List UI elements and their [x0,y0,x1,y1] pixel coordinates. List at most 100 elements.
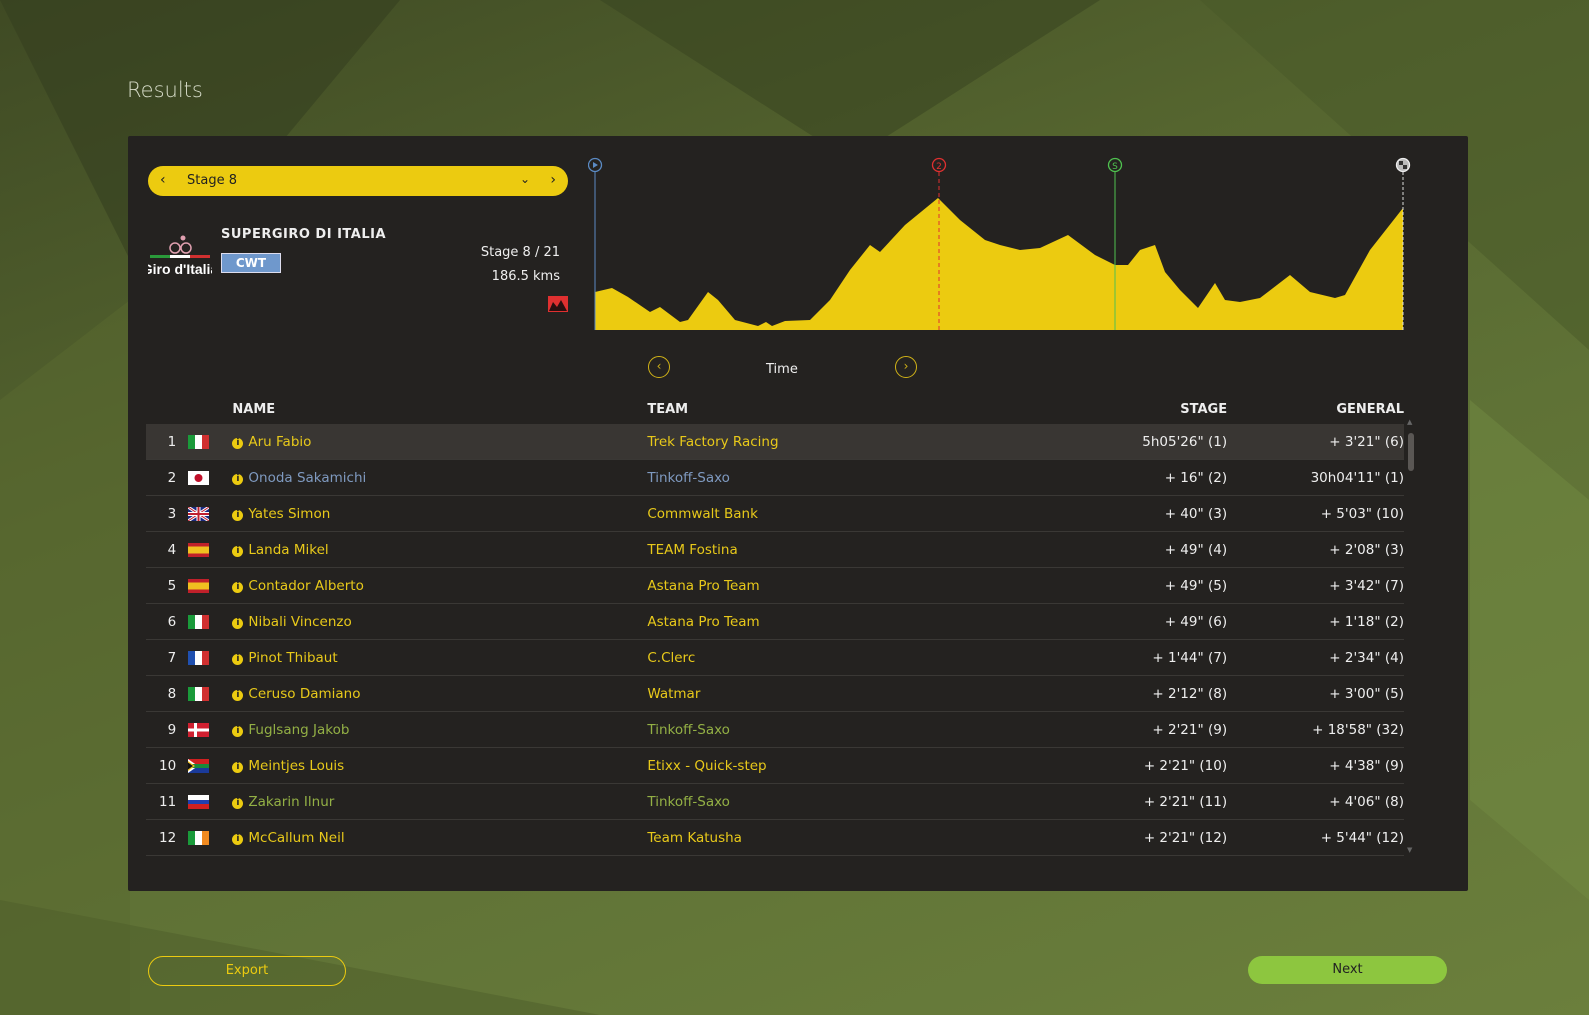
header-stage[interactable]: STAGE [949,394,1227,424]
rider-info-icon[interactable]: i [232,545,244,557]
header-name[interactable]: NAME [232,394,647,424]
flag-fr-icon [188,650,210,665]
svg-text:Giro d'Italia: Giro d'Italia [148,261,212,277]
team-name[interactable]: Watmar [647,675,949,712]
rider-name[interactable]: Nibali Vincenzo [248,614,351,630]
table-header: NAME TEAM STAGE GENERAL [146,394,1404,424]
flag-es-icon [188,578,210,593]
next-classification-button[interactable]: › [895,356,917,378]
table-row[interactable]: 6 i Nibali Vincenzo Astana Pro Team + 49" (6… [146,603,1404,640]
team-name[interactable]: C.Clerc [647,639,949,676]
team-name[interactable]: Astana Pro Team [647,567,949,604]
stage-time: + 40" (3) [948,495,1228,532]
general-time: + 3'21" (6) [1227,424,1404,460]
export-button[interactable]: Export [148,956,346,986]
table-row[interactable]: 11 i Zakarin Ilnur Tinkoff-Saxo + 2'21" (11)… [146,783,1404,820]
rider-position: 8 [146,675,189,712]
rider-info-icon[interactable]: i [232,437,244,449]
rider-info-icon[interactable]: i [232,509,244,521]
rider-info-icon[interactable]: i [232,473,244,485]
flag-it-icon [188,614,210,629]
rider-info-icon[interactable]: i [232,761,244,773]
previous-classification-button[interactable]: ‹ [648,356,670,378]
rider-info-icon[interactable]: i [232,725,244,737]
stage-time: + 16" (2) [948,459,1228,496]
rider-info-icon[interactable]: i [232,653,244,665]
rider-info-icon[interactable]: i [232,689,244,701]
header-general[interactable]: GENERAL [1227,394,1404,424]
next-button[interactable]: Next [1248,956,1447,984]
stage-selector[interactable]: ‹ Stage 8 ⌄ › [148,166,568,196]
rider-name[interactable]: Landa Mikel [248,542,328,558]
table-row[interactable]: 5 i Contador Alberto Astana Pro Team + 49" (… [146,567,1404,604]
table-row[interactable]: 9 i Fuglsang Jakob Tinkoff-Saxo + 2'21" (9) +… [146,711,1404,748]
rider-info-icon[interactable]: i [232,797,244,809]
team-name[interactable]: Team Katusha [647,819,949,856]
rider-name[interactable]: McCallum Neil [248,830,344,846]
rider-name[interactable]: Pinot Thibaut [248,650,337,666]
flag-dk-icon [188,722,210,737]
table-row[interactable]: 8 i Ceruso Damiano Watmar + 2'12" (8) + 3'00"… [146,675,1404,712]
table-scrollbar[interactable]: ▲ ▼ [1407,418,1415,854]
rider-name[interactable]: Aru Fabio [248,434,311,450]
team-name[interactable]: Tinkoff-Saxo [647,711,949,748]
general-time: + 3'00" (5) [1227,675,1404,712]
team-name[interactable]: Etixx - Quick-step [647,747,949,784]
team-name[interactable]: Trek Factory Racing [647,424,949,460]
table-row[interactable]: 10 i Meintjes Louis Etixx - Quick-step + 2'2… [146,747,1404,784]
rider-info-icon[interactable]: i [232,581,244,593]
chevron-down-icon[interactable]: ⌄ [520,172,530,186]
rider-position: 9 [146,711,189,748]
stage-time: + 2'12" (8) [948,675,1228,712]
table-row[interactable]: 1 i Aru Fabio Trek Factory Racing 5h05'26" (… [146,424,1404,460]
header-team[interactable]: TEAM [647,394,948,424]
stage-distance: 186.5 kms [491,269,560,284]
start-marker-icon [588,157,603,173]
page-title: Results [127,78,203,102]
general-time: + 5'03" (10) [1227,495,1404,532]
stage-number: Stage 8 / 21 [480,245,560,260]
rider-name[interactable]: Contador Alberto [248,578,363,594]
category-badge: CWT [221,253,281,273]
stage-info: Stage 8 / 21 186.5 kms [481,241,560,289]
rider-name[interactable]: Fuglsang Jakob [248,722,349,738]
flag-za-icon [188,758,210,773]
table-row[interactable]: 4 i Landa Mikel TEAM Fostina + 49" (4) + 2'08… [146,531,1404,568]
classification-label: Time [766,362,798,377]
race-logo: Giro d'Italia [148,235,212,277]
climb-marker-icon: 2 [931,157,947,173]
table-row[interactable]: 2 i Onoda Sakamichi Tinkoff-Saxo + 16" (2) 30… [146,459,1404,496]
rider-info-icon[interactable]: i [232,617,244,629]
team-name[interactable]: Tinkoff-Saxo [647,459,949,496]
general-time: + 4'06" (8) [1227,783,1404,820]
rider-name[interactable]: Yates Simon [248,506,330,522]
general-time: + 3'42" (7) [1227,567,1404,604]
rider-info-icon[interactable]: i [232,833,244,845]
mountain-profile-icon[interactable] [548,296,568,312]
stage-selector-label: Stage 8 [187,173,237,188]
team-name[interactable]: TEAM Fostina [647,531,949,568]
chevron-right-icon[interactable]: › [550,172,556,188]
scrollbar-thumb[interactable] [1408,433,1414,471]
rider-name[interactable]: Onoda Sakamichi [248,470,366,486]
classification-switcher: ‹ Time › [648,356,918,380]
table-row[interactable]: 12 i McCallum Neil Team Katusha + 2'21" (12)… [146,819,1404,856]
flag-jp-icon [188,470,210,485]
team-name[interactable]: Commwalt Bank [647,495,949,532]
flag-it-icon [188,434,210,449]
team-name[interactable]: Astana Pro Team [647,603,949,640]
table-row[interactable]: 7 i Pinot Thibaut C.Clerc + 1'44" (7) + 2'34"… [146,639,1404,676]
rider-name[interactable]: Ceruso Damiano [248,686,360,702]
rider-position: 3 [146,495,189,532]
rider-position: 6 [146,603,189,640]
race-name: SUPERGIRO DI ITALIA [221,227,387,242]
chevron-left-icon[interactable]: ‹ [160,172,166,188]
flag-gb-icon [187,505,211,522]
rider-name[interactable]: Zakarin Ilnur [248,794,334,810]
rider-name[interactable]: Meintjes Louis [248,758,344,774]
general-time: + 2'34" (4) [1227,639,1404,676]
flag-es-icon [188,542,210,557]
stage-time: + 49" (4) [948,531,1228,568]
table-row[interactable]: 3 i Yates Simon Commwalt Bank + 40" (3) + 5'0… [146,495,1404,532]
team-name[interactable]: Tinkoff-Saxo [647,783,949,820]
